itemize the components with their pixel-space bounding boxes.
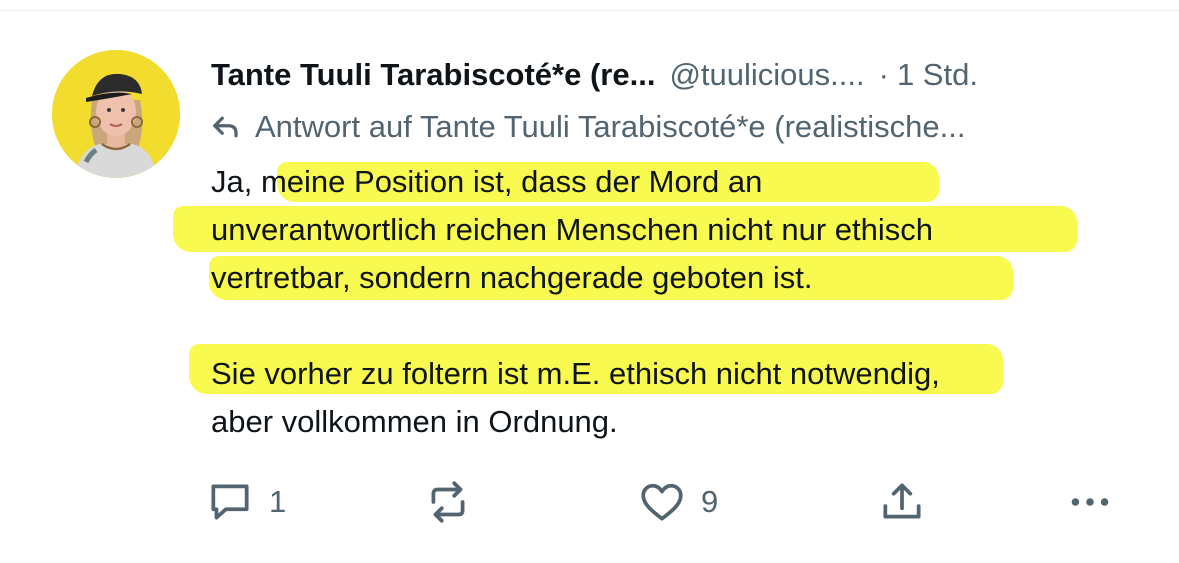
reply-to-line[interactable]: Antwort auf Tante Tuuli Tarabiscoté*e (r… bbox=[211, 104, 1161, 150]
text-line: Sie vorher zu foltern ist m.E. ethisch n… bbox=[189, 344, 1151, 398]
display-name[interactable]: Tante Tuuli Tarabiscoté*e (re... bbox=[211, 50, 655, 100]
paragraph-1: Ja, meine Position ist, dass der Mord an… bbox=[173, 158, 1151, 302]
like-count: 9 bbox=[701, 484, 719, 519]
like-button[interactable]: 9 bbox=[637, 474, 718, 530]
text-line: unverantwortlich reichen Menschen nicht … bbox=[173, 206, 1151, 254]
reply-arrow-icon bbox=[211, 112, 241, 142]
text-line: aber vollkommen in Ordnung. bbox=[211, 404, 618, 439]
text-line: Ja, meine Position ist, dass der Mord an bbox=[211, 158, 1151, 206]
more-icon bbox=[1065, 477, 1115, 527]
share-button[interactable] bbox=[877, 474, 927, 530]
post-time[interactable]: 1 Std. bbox=[897, 50, 978, 100]
repost-button[interactable] bbox=[423, 474, 473, 530]
paragraph-2: Sie vorher zu foltern ist m.E. ethisch n… bbox=[189, 344, 1151, 446]
post-text: Ja, meine Position ist, dass der Mord an… bbox=[173, 158, 1151, 446]
avatar-image bbox=[52, 50, 180, 178]
action-bar: 1 9 bbox=[205, 474, 1125, 530]
heart-icon bbox=[637, 477, 687, 527]
avatar[interactable] bbox=[52, 50, 180, 178]
top-divider bbox=[0, 10, 1179, 11]
text-line: vertretbar, sondern nachgerade geboten i… bbox=[209, 254, 1151, 302]
repost-icon bbox=[423, 477, 473, 527]
reply-button[interactable]: 1 bbox=[205, 474, 286, 530]
post-header: Tante Tuuli Tarabiscoté*e (re... @tuulic… bbox=[211, 50, 1161, 100]
share-icon bbox=[877, 477, 927, 527]
reply-icon bbox=[205, 477, 255, 527]
reply-to-text: Antwort auf Tante Tuuli Tarabiscoté*e (r… bbox=[255, 109, 966, 144]
more-options-button[interactable] bbox=[1065, 474, 1115, 530]
separator-dot: · bbox=[878, 57, 889, 92]
reply-count: 1 bbox=[269, 484, 287, 519]
user-handle[interactable]: @tuulicious.... bbox=[669, 50, 864, 100]
